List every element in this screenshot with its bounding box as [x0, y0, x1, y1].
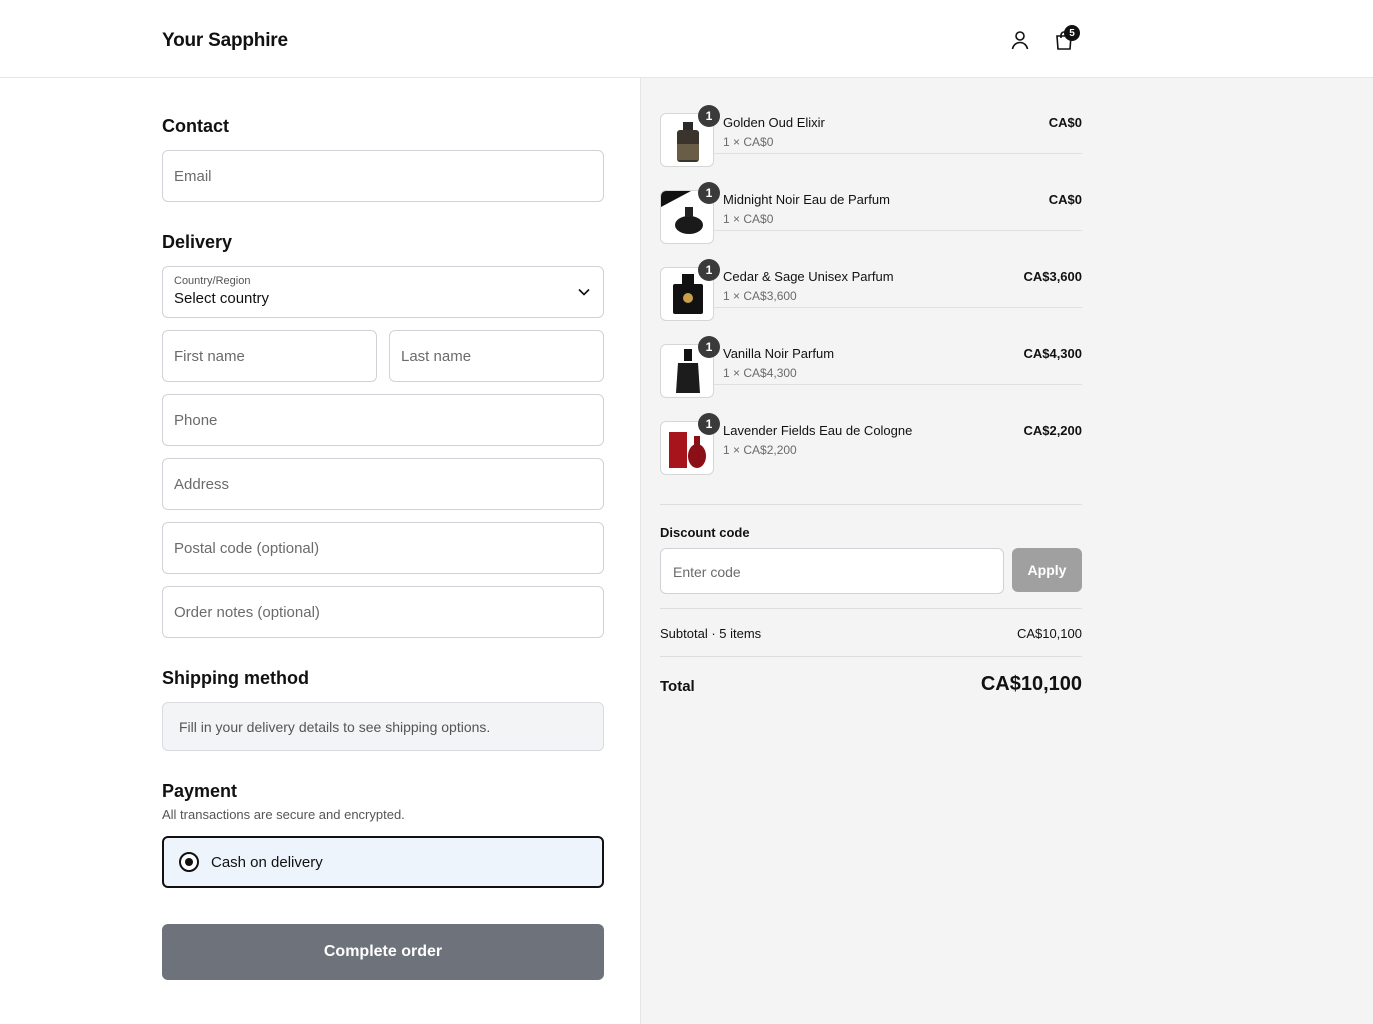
item-price: CA$0: [1048, 192, 1082, 207]
item-name: Golden Oud Elixir: [723, 115, 825, 130]
item-unit-price: 1 × CA$3,600: [723, 289, 797, 303]
apply-discount-button[interactable]: Apply: [1012, 548, 1082, 592]
subtotal-label: Subtotal · 5 items: [660, 626, 762, 641]
postal-code-placeholder: Postal code (optional): [174, 540, 320, 557]
item-name: Cedar & Sage Unisex Parfum: [723, 269, 894, 284]
item-unit-price: 1 × CA$0: [723, 135, 774, 149]
item-price: CA$3,600: [1023, 269, 1082, 284]
summary-divider: [660, 504, 1082, 505]
quantity-badge: 1: [698, 413, 720, 435]
order-notes-placeholder: Order notes (optional): [174, 604, 320, 621]
shipping-info-text: Fill in your delivery details to see shi…: [179, 719, 491, 735]
email-field[interactable]: Email: [162, 150, 604, 202]
item-name: Vanilla Noir Parfum: [723, 346, 835, 361]
item-name: Lavender Fields Eau de Cologne: [723, 423, 913, 438]
first-name-placeholder: First name: [174, 348, 245, 365]
summary-divider: [660, 608, 1082, 609]
contact-heading: Contact: [162, 116, 229, 136]
subtotal-value: CA$10,100: [1016, 626, 1082, 641]
item-price: CA$4,300: [1023, 346, 1082, 361]
chevron-down-icon: [578, 288, 590, 296]
address-placeholder: Address: [174, 476, 230, 493]
quantity-badge: 1: [698, 182, 720, 204]
cart-count-badge: 5: [1064, 25, 1080, 41]
email-placeholder: Email: [174, 168, 212, 185]
account-icon[interactable]: [1008, 28, 1032, 52]
first-name-field[interactable]: First name: [162, 330, 377, 382]
summary-divider: [660, 656, 1082, 657]
item-price: CA$0: [1048, 115, 1082, 130]
discount-placeholder: Enter code: [673, 564, 741, 580]
line-item: 1 Midnight Noir Eau de Parfum 1 × CA$0 C…: [660, 154, 1082, 244]
radio-selected-icon[interactable]: [179, 852, 199, 872]
brand-logo[interactable]: Your Sapphire: [162, 30, 288, 52]
payment-option-label: Cash on delivery: [211, 854, 323, 871]
phone-placeholder: Phone: [174, 412, 218, 429]
line-item: 1 Lavender Fields Eau de Cologne 1 × CA$…: [660, 385, 1082, 475]
item-unit-price: 1 × CA$2,200: [723, 443, 797, 457]
quantity-badge: 1: [698, 336, 720, 358]
payment-heading: Payment: [162, 781, 238, 801]
payment-subtitle: All transactions are secure and encrypte…: [162, 807, 405, 822]
last-name-field[interactable]: Last name: [389, 330, 604, 382]
country-label: Country/Region: [174, 275, 251, 287]
postal-code-field[interactable]: Postal code (optional): [162, 522, 604, 574]
quantity-badge: 1: [698, 259, 720, 281]
address-field[interactable]: Address: [162, 458, 604, 510]
total-label: Total: [660, 678, 695, 695]
last-name-placeholder: Last name: [401, 348, 472, 365]
country-select[interactable]: Country/Region Select country: [162, 266, 604, 318]
item-unit-price: 1 × CA$0: [723, 212, 774, 226]
country-value: Select country: [174, 290, 270, 307]
delivery-heading: Delivery: [162, 232, 233, 252]
quantity-badge: 1: [698, 105, 720, 127]
shipping-heading: Shipping method: [162, 668, 309, 688]
complete-order-button[interactable]: Complete order: [162, 924, 604, 980]
line-item: 1 Vanilla Noir Parfum 1 × CA$4,300 CA$4,…: [660, 308, 1082, 398]
shipping-info-box: Fill in your delivery details to see shi…: [162, 702, 604, 751]
item-name: Midnight Noir Eau de Parfum: [723, 192, 890, 207]
order-notes-field[interactable]: Order notes (optional): [162, 586, 604, 638]
line-item: 1 Cedar & Sage Unisex Parfum 1 × CA$3,60…: [660, 231, 1082, 321]
payment-option-cod[interactable]: Cash on delivery: [162, 836, 604, 888]
item-unit-price: 1 × CA$4,300: [723, 366, 797, 380]
item-price: CA$2,200: [1023, 423, 1082, 438]
phone-field[interactable]: Phone: [162, 394, 604, 446]
discount-code-input[interactable]: Enter code: [660, 548, 1004, 594]
total-value: CA$10,100: [980, 673, 1082, 695]
line-item: 1 Golden Oud Elixir 1 × CA$0 CA$0: [660, 77, 1082, 167]
discount-label: Discount code: [660, 525, 750, 540]
site-header: Your Sapphire 5: [0, 0, 1373, 78]
